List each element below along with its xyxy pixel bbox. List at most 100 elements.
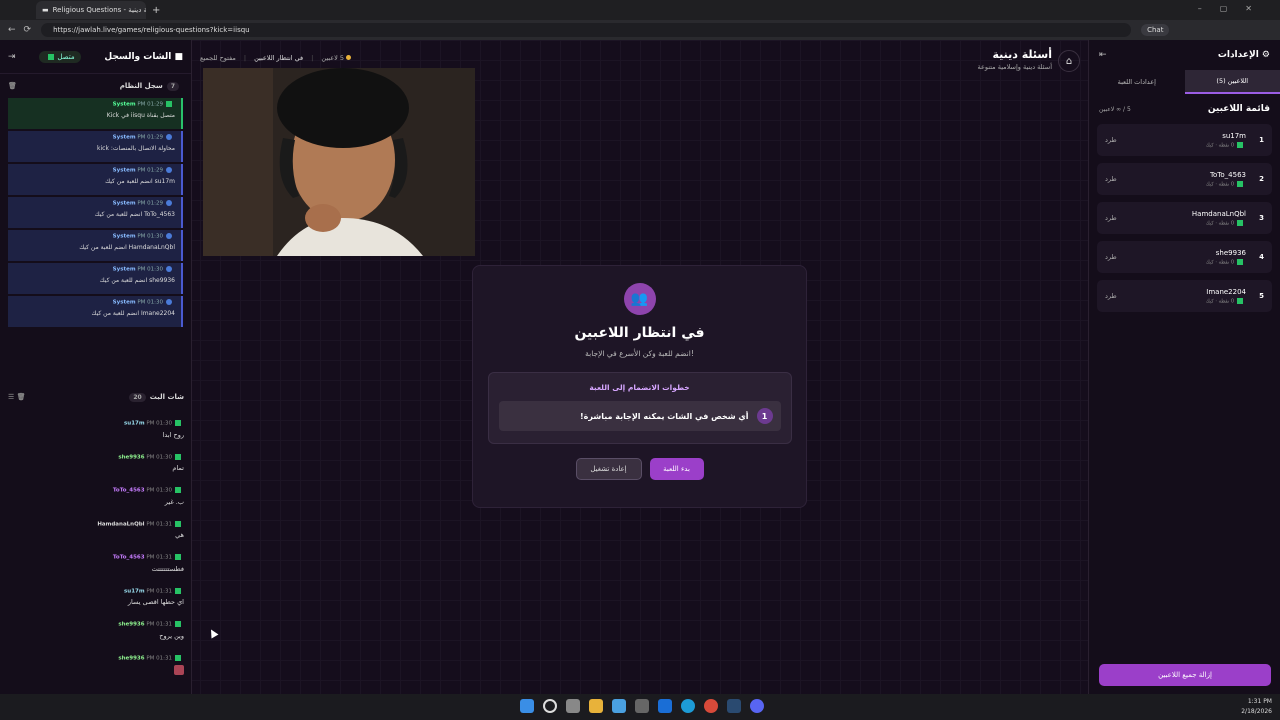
kick-icon bbox=[1237, 258, 1243, 265]
collapse-panel-icon[interactable]: ⇥ bbox=[8, 52, 16, 62]
tab-players[interactable]: اللاعبين (5) bbox=[1184, 70, 1280, 94]
trash-icon[interactable]: 🗑 bbox=[8, 82, 17, 90]
kick-icon bbox=[175, 520, 181, 527]
folder-icon[interactable] bbox=[589, 699, 603, 713]
chat-user[interactable]: su17m bbox=[124, 588, 145, 594]
window-controls[interactable]: –▢✕ bbox=[1198, 4, 1270, 13]
kick-player-button[interactable]: طرد bbox=[1105, 292, 1117, 300]
player-name: she9936 bbox=[1215, 248, 1246, 257]
chat-user[interactable]: she9936 bbox=[118, 622, 144, 628]
kick-icon bbox=[175, 420, 181, 426]
chat-user[interactable]: ToTo_4563 bbox=[113, 555, 145, 561]
users-icon: 👥 bbox=[623, 283, 656, 315]
chat-button[interactable]: Chat bbox=[1141, 24, 1170, 36]
restart-button[interactable]: إعادة تشغيل bbox=[575, 458, 642, 480]
players-list: 1 su17m 0 نقطة · كيك طرد 2 ToTo_4563 0 نقطة · … bbox=[1089, 124, 1280, 312]
waiting-title: في انتظار اللاعبين bbox=[574, 325, 705, 341]
filter-icon[interactable]: ☰ bbox=[8, 393, 14, 401]
home-button[interactable]: ⌂ bbox=[1058, 50, 1080, 72]
discord-icon[interactable] bbox=[750, 699, 764, 713]
settings-title: ⚙ الإعدادات bbox=[1217, 50, 1270, 60]
chat-message: su17m PM 01:30 روح ابدا bbox=[8, 420, 184, 454]
system-icon bbox=[166, 200, 172, 206]
kick-player-button[interactable]: طرد bbox=[1105, 136, 1117, 144]
reload-icon[interactable]: ⟳ bbox=[24, 25, 32, 35]
remove-all-players-button[interactable]: إزالة جميع اللاعبين bbox=[1099, 664, 1271, 686]
player-meta: 0 نقطة · كيك bbox=[1205, 298, 1234, 305]
start-icon[interactable] bbox=[520, 699, 534, 713]
syslog-count-badge: 7 bbox=[166, 82, 179, 91]
chat-time: PM 01:31 bbox=[146, 621, 172, 628]
log-text: محاولة الاتصال بالمنصات: kick bbox=[97, 144, 175, 152]
chat-time: PM 01:31 bbox=[146, 554, 172, 561]
chat-time: PM 01:30 bbox=[146, 487, 172, 494]
browser-tab[interactable]: ▬ Religious Questions - أسئلة دينية ✕ bbox=[36, 1, 146, 19]
syslog-title: سجل النظام bbox=[119, 82, 163, 90]
new-tab-icon[interactable]: + bbox=[152, 5, 160, 16]
outlook-icon[interactable] bbox=[658, 699, 672, 713]
log-user: System bbox=[112, 167, 136, 174]
settings-icon[interactable] bbox=[635, 699, 649, 713]
chat-user[interactable]: she9936 bbox=[118, 454, 144, 460]
tab-title: Religious Questions - أسئلة دينية bbox=[52, 6, 146, 14]
system-icon bbox=[166, 299, 172, 305]
back-icon[interactable]: ← bbox=[8, 25, 16, 35]
kick-player-button[interactable]: طرد bbox=[1105, 253, 1117, 261]
store-icon[interactable] bbox=[612, 699, 626, 713]
search-icon[interactable] bbox=[543, 699, 557, 713]
edge-icon[interactable] bbox=[681, 699, 695, 713]
log-user: System bbox=[112, 101, 136, 108]
start-game-button[interactable]: بدء اللعبة bbox=[649, 458, 704, 480]
chrome-icon[interactable] bbox=[704, 699, 718, 713]
stream-chat-list: su17m PM 01:30 روح ابدا she9936 PM 01:30 تم… bbox=[8, 420, 184, 688]
access-mode: مفتوح للجميع bbox=[200, 54, 236, 62]
url-field[interactable]: https://jawlah.live/games/religious-ques… bbox=[41, 23, 1132, 37]
chat-user[interactable]: su17m bbox=[124, 421, 145, 427]
player-number: 5 bbox=[1259, 292, 1264, 300]
home-icon: ⌂ bbox=[1065, 55, 1073, 67]
system-icon bbox=[166, 134, 172, 140]
steam-icon[interactable] bbox=[727, 699, 741, 713]
players-list-title: قائمة اللاعبين bbox=[1207, 104, 1270, 114]
chat-text: تمام bbox=[172, 464, 184, 472]
log-text: Imane2204 انضم للعبة من كيك bbox=[91, 309, 175, 317]
log-user: System bbox=[112, 299, 136, 306]
log-item: System PM 01:29 محاولة الاتصال بالمنصات: … bbox=[8, 131, 183, 162]
chat-user[interactable]: HamdanaLnQbl bbox=[97, 521, 144, 527]
chat-time: PM 01:30 bbox=[146, 454, 172, 460]
join-step: 1 أي شخص في الشات يمكنه الإجابة مباشرة! bbox=[498, 401, 781, 431]
log-item: System PM 01:29 su17m انضم للعبة من كيك bbox=[8, 164, 183, 195]
mouse-cursor-icon bbox=[207, 627, 219, 639]
settings-tabs: اللاعبين (5) إعدادات اللعبة bbox=[1089, 70, 1280, 94]
player-number: 3 bbox=[1259, 214, 1264, 222]
kick-player-button[interactable]: طرد bbox=[1105, 214, 1117, 222]
streamer-webcam-image bbox=[203, 68, 475, 256]
log-text: ToTo_4563 انضم للعبة من كيك bbox=[94, 210, 175, 218]
chat-count-badge: 20 bbox=[129, 393, 146, 402]
kick-player-button[interactable]: طرد bbox=[1105, 175, 1117, 183]
player-meta: 0 نقطة · كيك bbox=[1205, 259, 1234, 266]
tab-game-settings[interactable]: إعدادات اللعبة bbox=[1089, 70, 1185, 94]
collapse-panel-icon[interactable]: ⇤ bbox=[1099, 50, 1107, 60]
system-tray[interactable]: 1:31 PM 2/18/2026 bbox=[1241, 697, 1272, 717]
chat-message: she9936 PM 01:31 وين يروح bbox=[8, 621, 184, 655]
player-meta: 0 نقطة · كيك bbox=[1205, 181, 1234, 188]
chat-time: PM 01:31 bbox=[146, 655, 172, 661]
log-user: System bbox=[112, 266, 136, 273]
trash-icon[interactable]: 🗑 bbox=[17, 393, 26, 401]
kick-icon bbox=[1237, 219, 1243, 226]
chat-user[interactable]: she9936 bbox=[118, 655, 144, 661]
task-view-icon[interactable] bbox=[566, 699, 580, 713]
chat-message: ToTo_4563 PM 01:30 ب. غير bbox=[8, 487, 184, 521]
os-taskbar: 1:31 PM 2/18/2026 bbox=[0, 694, 1280, 720]
chat-message: she9936 PM 01:31 bbox=[8, 654, 184, 689]
log-text: متصل بقناة iisqu في Kick bbox=[106, 111, 175, 119]
kick-icon bbox=[1237, 141, 1243, 148]
clock-date: 2/18/2026 bbox=[1241, 708, 1272, 715]
chat-user[interactable]: ToTo_4563 bbox=[113, 488, 145, 494]
connection-status-badge: متصل bbox=[39, 50, 81, 63]
browser-tabbar: ▬ Religious Questions - أسئلة دينية ✕ + … bbox=[0, 0, 1280, 20]
chat-text: ب. غير bbox=[164, 497, 184, 506]
log-time: PM 01:29 bbox=[137, 134, 163, 141]
chat-text: فطستتتتتتت bbox=[151, 564, 184, 573]
